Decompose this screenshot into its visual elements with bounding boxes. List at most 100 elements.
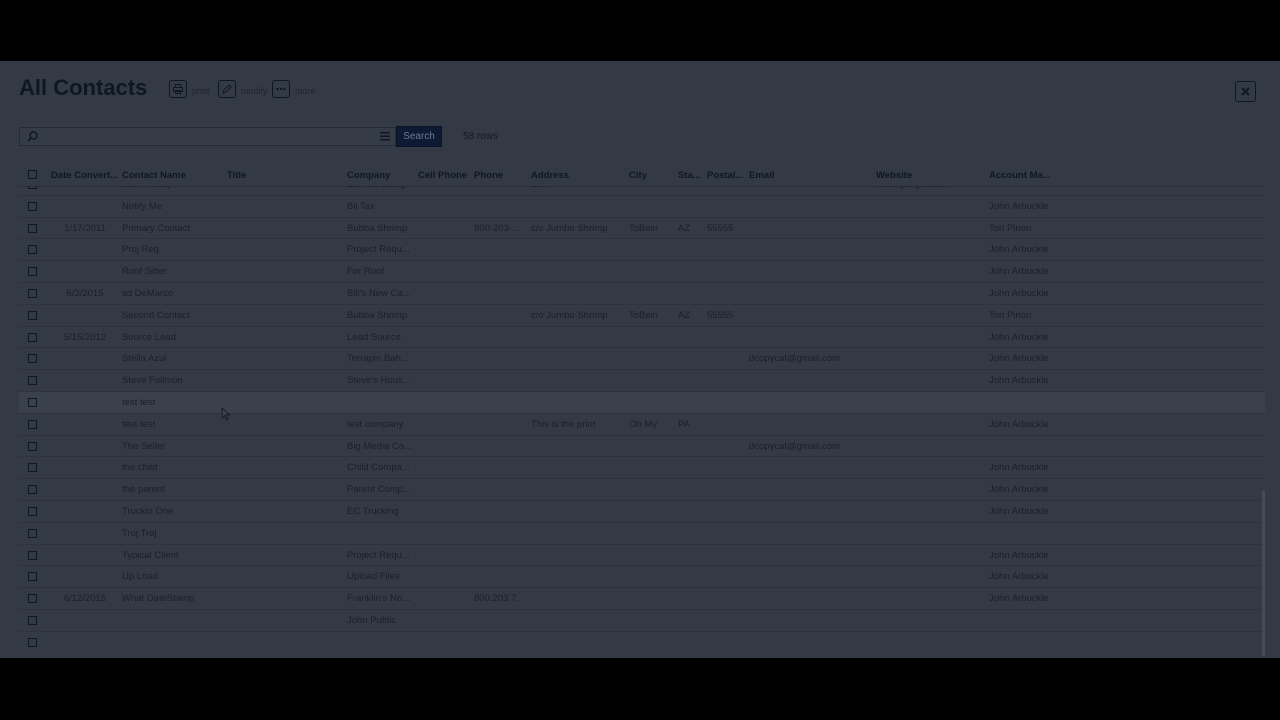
cell-date-converted: 1/17/2011 bbox=[64, 222, 106, 234]
table-row[interactable]: Not Primary Bob Co Zinng ahh www.google.com bbox=[19, 186, 1265, 196]
col-website[interactable]: Website bbox=[876, 170, 912, 181]
table-row[interactable]: Second Contact Bubba Shrimp c/o Jumbo Shri… bbox=[19, 305, 1265, 327]
row-checkbox[interactable] bbox=[28, 637, 37, 647]
col-company[interactable]: Company bbox=[347, 170, 390, 181]
cell-company: Bil Tax bbox=[347, 200, 375, 212]
cell-date-converted: 5/15/2012 bbox=[63, 331, 107, 343]
table-row[interactable]: Roof Sitter For Roof John Arbuckle bbox=[19, 261, 1265, 283]
row-checkbox[interactable] bbox=[28, 310, 37, 320]
col-title[interactable]: Title bbox=[227, 170, 246, 181]
cell-account-manager: John Arbuckle bbox=[989, 549, 1049, 561]
cell-contact-name: Proj Req bbox=[122, 244, 159, 256]
table-row[interactable]: John Public bbox=[19, 610, 1265, 632]
cell-company: test company bbox=[347, 418, 404, 430]
cell-company: Bill's New Ca... bbox=[347, 287, 411, 299]
cell-company: Parent Comp... bbox=[347, 484, 411, 496]
table-row[interactable]: Up Load Upload Files John Arbuckle bbox=[19, 566, 1265, 589]
col-email[interactable]: Email bbox=[749, 170, 774, 181]
cell-contact-name: Notify Me bbox=[122, 200, 163, 212]
cell-city: Oh My bbox=[629, 418, 657, 430]
table-row[interactable]: 6/12/2015 What DateStamp Franklin's No... 8… bbox=[19, 588, 1265, 610]
list-filter-icon[interactable] bbox=[380, 132, 390, 141]
search-button[interactable]: Search bbox=[396, 126, 442, 147]
col-contact-name[interactable]: Contact Name bbox=[122, 170, 186, 181]
table-row[interactable]: Proj Req Project Requ... John Arbuckle bbox=[19, 239, 1265, 262]
row-checkbox[interactable] bbox=[28, 550, 37, 560]
row-checkbox[interactable] bbox=[28, 186, 37, 189]
row-checkbox[interactable] bbox=[28, 528, 37, 538]
row-checkbox[interactable] bbox=[28, 201, 37, 211]
col-address[interactable]: Address bbox=[531, 170, 569, 181]
close-icon bbox=[1241, 87, 1250, 96]
col-phone[interactable]: Phone bbox=[474, 170, 503, 181]
table-row[interactable]: Steve Fullmon Steve's Hous... John Arbuckl… bbox=[19, 370, 1265, 392]
row-checkbox[interactable] bbox=[28, 506, 37, 516]
row-checkbox[interactable] bbox=[28, 485, 37, 495]
table-row[interactable]: test test bbox=[19, 391, 1265, 414]
cell-contact-name: Source Lead bbox=[122, 331, 176, 343]
contacts-panel: All Contacts print modify more Search 58… bbox=[0, 61, 1280, 658]
row-checkbox[interactable] bbox=[28, 572, 37, 582]
row-checkbox[interactable] bbox=[28, 397, 37, 407]
cell-contact-name: the child bbox=[122, 462, 158, 474]
print-button[interactable] bbox=[169, 80, 187, 98]
modify-button[interactable] bbox=[218, 80, 236, 98]
cell-company: Bob Co Zinng bbox=[347, 186, 413, 190]
cell-account-manager: John Arbuckle bbox=[989, 593, 1049, 605]
cell-address: ahh bbox=[531, 186, 623, 190]
select-all-checkbox[interactable] bbox=[28, 170, 37, 179]
table-header: Date Convert... Contact Name Title Compa… bbox=[19, 164, 1265, 187]
cell-state: PA bbox=[678, 418, 690, 430]
table-row[interactable]: 6/3/2015 sd DeMarco Bill's New Ca... John A… bbox=[19, 283, 1265, 305]
table-row[interactable]: Typical Client Project Requ... John Arbuck… bbox=[19, 545, 1265, 567]
scrollbar[interactable] bbox=[1262, 491, 1265, 656]
col-date-converted[interactable]: Date Convert... bbox=[51, 170, 118, 181]
table-row[interactable]: The Seller Big Media Co... dcopycat@gmail.… bbox=[19, 436, 1265, 458]
cell-company: Terrapin Bah... bbox=[347, 353, 409, 365]
cell-company: Child Compa... bbox=[347, 462, 410, 474]
row-checkbox[interactable] bbox=[28, 615, 37, 625]
col-city[interactable]: City bbox=[629, 170, 647, 181]
row-checkbox[interactable] bbox=[28, 463, 37, 473]
col-state[interactable]: Sta... bbox=[678, 170, 701, 181]
col-cell-phone[interactable]: Cell Phone bbox=[418, 170, 467, 181]
table-row[interactable]: 5/15/2012 Source Lead Lead Source John Arbu… bbox=[19, 327, 1265, 349]
row-checkbox[interactable] bbox=[28, 245, 37, 255]
cell-address: This is the print bbox=[531, 418, 596, 430]
cell-contact-name: What DateStamp bbox=[122, 593, 195, 605]
table-row[interactable]: 1/17/2011 Primary Contact Bubba Shrimp 800-… bbox=[19, 218, 1265, 240]
table-row[interactable]: Stella Azul Terrapin Bah... dcopycat@gmail… bbox=[19, 348, 1265, 371]
cell-city: ToBein bbox=[629, 309, 659, 321]
row-checkbox[interactable] bbox=[28, 376, 37, 386]
col-account-manager[interactable]: Account Ma... bbox=[989, 170, 1051, 181]
row-count: 58 rows bbox=[463, 131, 499, 142]
table-row[interactable]: the child Child Compa... John Arbuckle bbox=[19, 457, 1265, 480]
row-checkbox[interactable] bbox=[28, 419, 37, 429]
cell-company: Big Media Co... bbox=[347, 440, 412, 452]
table-row[interactable]: test test test company This is the print Oh… bbox=[19, 414, 1265, 436]
row-checkbox[interactable] bbox=[28, 288, 37, 298]
more-label: more bbox=[295, 86, 316, 96]
row-checkbox[interactable] bbox=[28, 223, 37, 233]
cell-contact-name: Steve Fullmon bbox=[122, 375, 183, 387]
cell-account-manager: John Arbuckle bbox=[989, 484, 1049, 496]
close-button[interactable] bbox=[1235, 81, 1256, 102]
row-checkbox[interactable] bbox=[28, 332, 37, 342]
col-postal[interactable]: Postal... bbox=[707, 170, 743, 181]
cell-date-converted: 6/12/2015 bbox=[63, 593, 107, 605]
search-input[interactable] bbox=[19, 127, 396, 146]
table-row[interactable]: Notify Me Bil Tax John Arbuckle bbox=[19, 196, 1265, 218]
table-body[interactable]: Not Primary Bob Co Zinng ahh www.google.com… bbox=[19, 186, 1265, 653]
cell-contact-name: Troj Troj bbox=[122, 527, 157, 539]
more-button[interactable] bbox=[272, 80, 290, 98]
row-checkbox[interactable] bbox=[28, 594, 37, 604]
row-checkbox[interactable] bbox=[28, 354, 37, 364]
row-checkbox[interactable] bbox=[28, 267, 37, 277]
table-row[interactable]: the parent Parent Comp... John Arbuckle bbox=[19, 479, 1265, 501]
cell-company: John Public bbox=[347, 614, 397, 626]
cell-company: Lead Source bbox=[347, 331, 401, 343]
table-row[interactable] bbox=[19, 632, 1265, 653]
row-checkbox[interactable] bbox=[28, 441, 37, 451]
table-row[interactable]: Troj Troj bbox=[19, 523, 1265, 545]
table-row[interactable]: Truckin One EC Trucking John Arbuckle bbox=[19, 501, 1265, 523]
